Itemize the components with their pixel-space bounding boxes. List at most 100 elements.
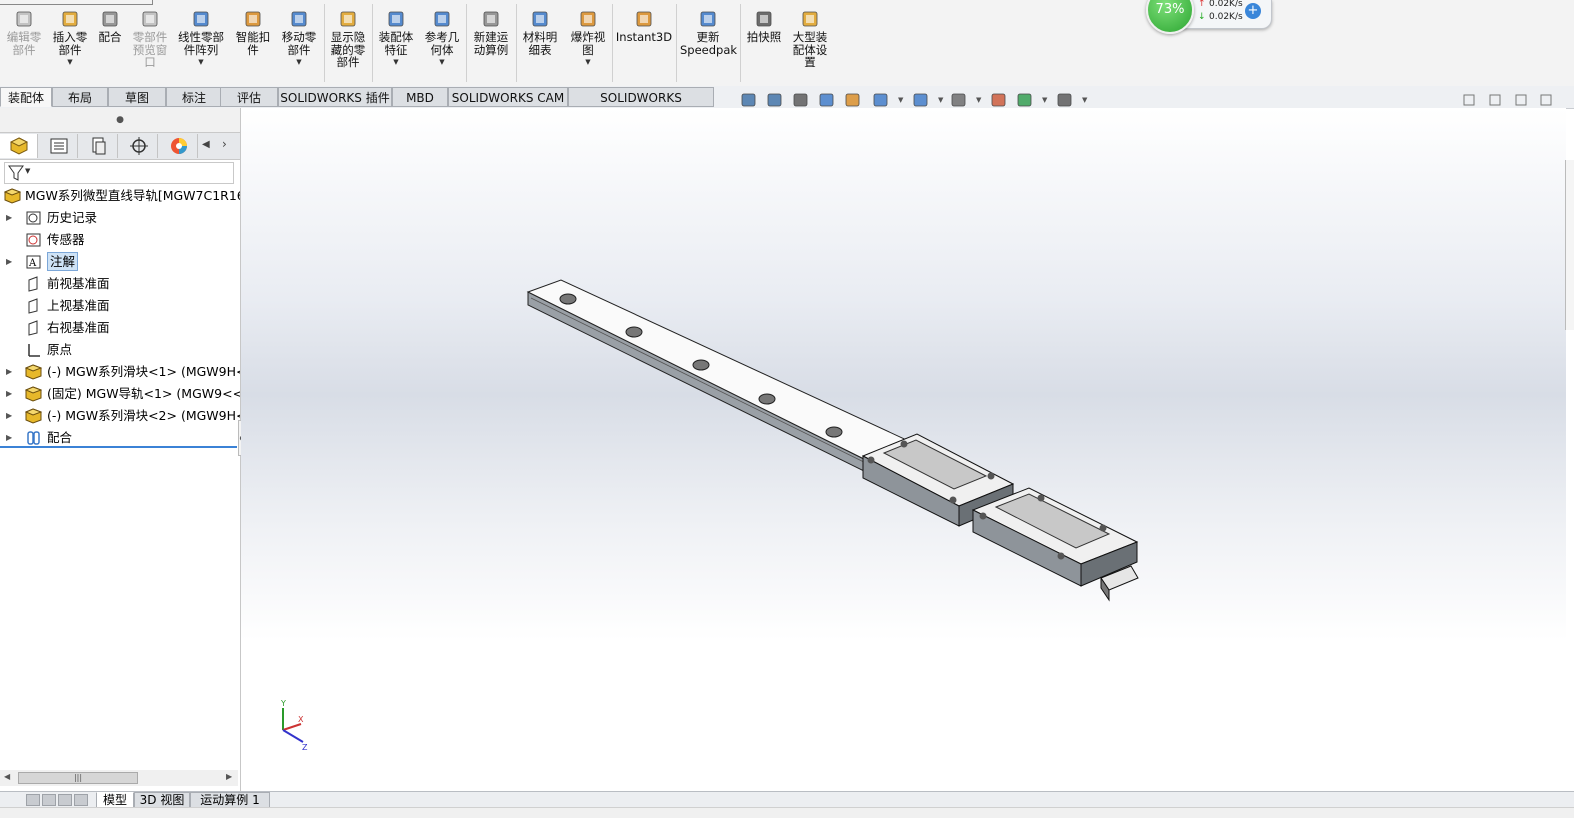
view-settings-icon[interactable]: [1056, 92, 1073, 108]
dropdown-caret-icon[interactable]: ▼: [174, 58, 228, 66]
ribbon-button-5[interactable]: 智能扣 件: [231, 10, 275, 56]
expand-arrow-icon[interactable]: ▶: [6, 252, 12, 272]
dropdown-caret-icon[interactable]: ▼: [420, 58, 464, 66]
tab-6[interactable]: MBD: [392, 87, 448, 107]
ribbon-button-16[interactable]: 大型装 配体设 置: [788, 10, 832, 69]
tab-8[interactable]: SOLIDWORKS Inspection: [568, 87, 714, 125]
ribbon-button-12[interactable]: 爆炸视 图 ▼: [566, 10, 610, 66]
tree-item[interactable]: ▶ (固定) MGW导轨<1> (MGW9<<默: [0, 384, 240, 404]
tab-2[interactable]: 草图: [108, 87, 166, 107]
tree-item[interactable]: ▶ A 注解: [0, 252, 240, 272]
dropdown-caret-icon[interactable]: ▼: [277, 58, 321, 66]
next-tab-icon[interactable]: [58, 794, 72, 806]
viewport-scrollbar[interactable]: [1565, 160, 1574, 330]
tab-7[interactable]: SOLIDWORKS CAM: [448, 87, 568, 107]
ribbon-button-1[interactable]: 插入零 部件 ▼: [48, 10, 92, 66]
expand-arrow-icon[interactable]: ▶: [6, 406, 12, 426]
tree-item[interactable]: ▶ 历史记录: [0, 208, 240, 228]
previous-view-icon[interactable]: [792, 92, 809, 108]
ribbon-button-7[interactable]: 显示隐 藏的零 部件: [326, 10, 370, 69]
panel-horizontal-scrollbar[interactable]: ◀ ||| ▶: [0, 770, 238, 786]
tab-scroll-right-icon[interactable]: ›: [222, 137, 227, 151]
tree-filter[interactable]: ▼: [4, 162, 234, 184]
bom-icon: [532, 11, 548, 27]
display-style-icon[interactable]: [912, 92, 929, 108]
ribbon-button-11[interactable]: 材料明 细表: [518, 10, 562, 56]
ribbon-button-10[interactable]: 新建运 动算例: [469, 10, 513, 56]
dynamic-annotation-icon[interactable]: [844, 92, 861, 108]
view-dropdown-icon[interactable]: ▼: [1042, 96, 1047, 104]
ribbon-button-14[interactable]: 更新 Speedpak: [680, 10, 737, 56]
display-manager-tab[interactable]: [160, 134, 198, 158]
tab-4[interactable]: 评估: [220, 87, 278, 107]
tree-item[interactable]: ▶ (-) MGW系列滑块<2> (MGW9H<: [0, 406, 240, 426]
ribbon-button-2[interactable]: 配合: [94, 10, 126, 44]
ribbon-button-8[interactable]: 装配体 特征 ▼: [374, 10, 418, 66]
expand-arrow-icon[interactable]: ▶: [6, 428, 12, 448]
tree-item[interactable]: 传感器: [0, 230, 240, 250]
tree-item[interactable]: 原点: [0, 340, 240, 360]
expand-arrow-icon[interactable]: ▶: [6, 208, 12, 228]
move-component-icon: [291, 11, 307, 27]
view-orientation-icon[interactable]: [872, 92, 889, 108]
property-manager-tab[interactable]: [40, 134, 78, 158]
edit-appearance-icon[interactable]: [990, 92, 1007, 108]
ribbon-button-3[interactable]: 零部件 预览窗 口: [128, 10, 172, 69]
tab-0[interactable]: 装配体: [0, 87, 52, 107]
zoom-to-area-icon[interactable]: [766, 92, 783, 108]
slider-block-2[interactable]: [971, 487, 1139, 587]
tab-3[interactable]: 标注: [166, 87, 222, 107]
dimxpert-tab[interactable]: [120, 134, 158, 158]
zoom-to-fit-icon[interactable]: [740, 92, 757, 108]
tree-item[interactable]: 前视基准面: [0, 274, 240, 294]
apply-scene-icon[interactable]: [1016, 92, 1033, 108]
ribbon-button-6[interactable]: 移动零 部件 ▼: [277, 10, 321, 66]
rollback-bar[interactable]: [0, 446, 237, 448]
tree-item[interactable]: 上视基准面: [0, 296, 240, 316]
dropdown-caret-icon[interactable]: ▼: [374, 58, 418, 66]
hide-show-icon[interactable]: [950, 92, 967, 108]
scroll-thumb[interactable]: |||: [18, 772, 138, 784]
ribbon-button-0[interactable]: 编辑零 部件: [4, 10, 44, 56]
tree-item[interactable]: 右视基准面: [0, 318, 240, 338]
scroll-left-icon[interactable]: ◀: [4, 772, 10, 781]
last-tab-icon[interactable]: [74, 794, 88, 806]
expand-arrow-icon[interactable]: ▶: [6, 362, 12, 382]
ribbon-button-4[interactable]: 线性零部 件阵列 ▼: [174, 10, 228, 66]
view-dropdown-icon[interactable]: ▼: [1082, 96, 1087, 104]
maximize-icon[interactable]: [1540, 94, 1552, 106]
tab-scroll-left-icon[interactable]: ◀: [202, 139, 210, 150]
minimize-icon[interactable]: [1515, 94, 1527, 106]
tab-5[interactable]: SOLIDWORKS 插件: [278, 87, 392, 107]
graphics-area[interactable]: Y X Z: [241, 108, 1566, 791]
view-dropdown-icon[interactable]: ▼: [976, 96, 981, 104]
dropdown-caret-icon[interactable]: ▼: [566, 58, 610, 66]
bottom-tab-2[interactable]: 运动算例 1: [190, 792, 270, 808]
ribbon-button-13[interactable]: Instant3D: [614, 10, 674, 44]
configuration-manager-tab[interactable]: [80, 134, 118, 158]
network-speed-widget[interactable]: 73% ↑ 0.02K/s ↓ 0.02K/s +: [1146, 0, 1272, 34]
restore-right-icon[interactable]: [1489, 94, 1501, 106]
filter-caret-icon[interactable]: ▼: [25, 167, 30, 175]
tree-item[interactable]: ▶ 配合: [0, 428, 240, 448]
dropdown-caret-icon[interactable]: ▼: [48, 58, 92, 66]
plus-icon[interactable]: +: [1245, 3, 1261, 19]
feature-manager-tab[interactable]: [0, 134, 38, 158]
view-dropdown-icon[interactable]: ▼: [898, 96, 903, 104]
view-dropdown-icon[interactable]: ▼: [938, 96, 943, 104]
panel-grip[interactable]: ●: [0, 108, 240, 132]
bottom-tab-1[interactable]: 3D 视图: [134, 792, 190, 808]
linear-guide-model[interactable]: [241, 108, 1566, 791]
ribbon-button-9[interactable]: 参考几 何体 ▼: [420, 10, 464, 66]
first-tab-icon[interactable]: [26, 794, 40, 806]
bottom-tab-0[interactable]: 模型: [96, 792, 134, 808]
ribbon-button-15[interactable]: 拍快照: [742, 10, 786, 44]
prev-tab-icon[interactable]: [42, 794, 56, 806]
tree-root-assembly[interactable]: MGW系列微型直线导轨[MGW7C1R16(: [0, 186, 240, 206]
expand-arrow-icon[interactable]: ▶: [6, 384, 12, 404]
tree-item[interactable]: ▶ (-) MGW系列滑块<1> (MGW9H<: [0, 362, 240, 382]
tab-1[interactable]: 布局: [52, 87, 108, 107]
section-view-icon[interactable]: [818, 92, 835, 108]
scroll-right-icon[interactable]: ▶: [226, 772, 232, 781]
restore-left-icon[interactable]: [1463, 94, 1475, 106]
